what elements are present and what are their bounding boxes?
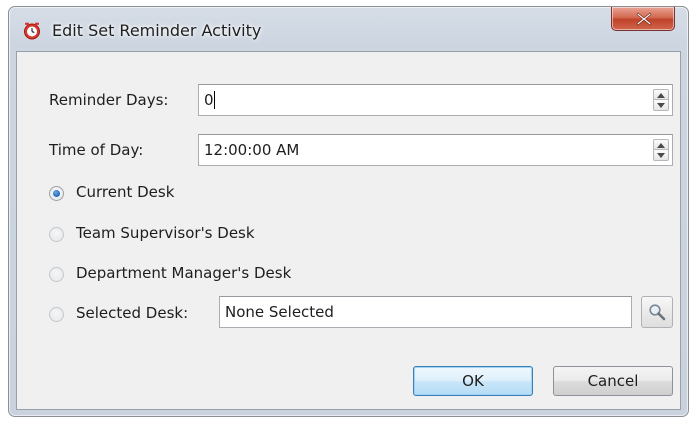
radio-label-selected-desk[interactable]: Selected Desk: bbox=[76, 304, 188, 322]
radio-button-selected[interactable] bbox=[49, 186, 64, 201]
ok-button[interactable]: OK bbox=[413, 366, 533, 396]
chevron-up-icon bbox=[657, 93, 665, 98]
dialog-window: Edit Set Reminder Activity Reminder Days… bbox=[8, 6, 689, 417]
title-bar[interactable]: Edit Set Reminder Activity bbox=[9, 7, 688, 53]
text-cursor bbox=[214, 91, 215, 109]
spin-up-button[interactable] bbox=[653, 89, 669, 100]
magnifier-icon bbox=[649, 304, 666, 321]
chevron-up-icon bbox=[657, 143, 665, 148]
time-of-day-field[interactable]: 12:00:00 AM bbox=[198, 134, 673, 166]
desk-lookup-button[interactable] bbox=[641, 296, 673, 328]
radio-button[interactable] bbox=[49, 267, 64, 282]
radio-button[interactable] bbox=[49, 227, 64, 242]
selected-desk-value: None Selected bbox=[225, 303, 334, 321]
selected-desk-field[interactable]: None Selected bbox=[219, 296, 632, 328]
radio-dot bbox=[53, 190, 60, 197]
radio-label-department-manager-desk[interactable]: Department Manager's Desk bbox=[76, 264, 291, 282]
reminder-days-value: 0 bbox=[204, 91, 214, 109]
time-of-day-spinner[interactable] bbox=[653, 139, 669, 161]
chevron-down-icon bbox=[657, 153, 665, 158]
reminder-days-label: Reminder Days: bbox=[49, 91, 169, 109]
time-of-day-label: Time of Day: bbox=[49, 141, 144, 159]
reminder-days-spinner[interactable] bbox=[653, 89, 669, 111]
close-icon bbox=[636, 12, 652, 26]
window-title: Edit Set Reminder Activity bbox=[52, 21, 262, 40]
cancel-button[interactable]: Cancel bbox=[553, 366, 673, 396]
radio-label-current-desk[interactable]: Current Desk bbox=[76, 183, 174, 201]
dialog-body: Reminder Days: 0 Time of Day: 12:00:00 A… bbox=[16, 51, 681, 410]
spin-up-button[interactable] bbox=[653, 139, 669, 150]
radio-button[interactable] bbox=[49, 307, 64, 322]
chevron-down-icon bbox=[657, 103, 665, 108]
reminder-clock-icon bbox=[23, 22, 41, 40]
spin-down-button[interactable] bbox=[653, 150, 669, 161]
spin-down-button[interactable] bbox=[653, 100, 669, 111]
close-button[interactable] bbox=[611, 7, 675, 31]
reminder-days-field[interactable]: 0 bbox=[198, 84, 673, 116]
time-of-day-value: 12:00:00 AM bbox=[204, 141, 300, 159]
radio-label-team-supervisor-desk[interactable]: Team Supervisor's Desk bbox=[76, 224, 255, 242]
